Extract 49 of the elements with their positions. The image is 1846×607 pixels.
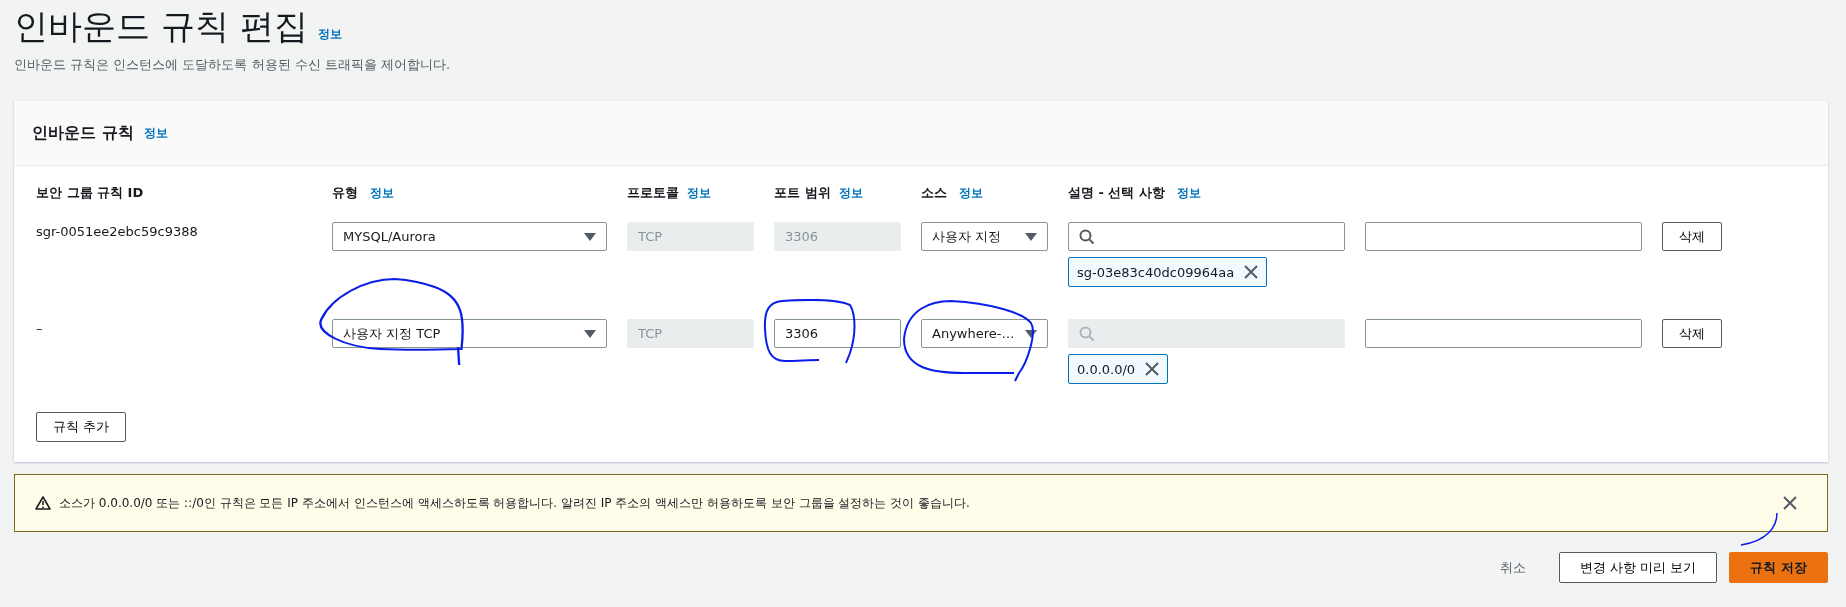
rule-id: sgr-0051ee2ebc59c9388 <box>36 224 198 239</box>
column-header: 포트 범위 <box>774 184 831 202</box>
search-icon <box>1079 228 1095 245</box>
warning-message: 소스가 0.0.0.0/0 또는 ::/0인 규칙은 모든 IP 주소에서 인스턴스에 액세스하도록 허용합니다. 알려진 IP 주소의 액세스만 허용하도록 보안 그룹을 설정하는 것이 좋습니다. <box>59 494 971 512</box>
info-link[interactable]: 정보 <box>959 184 983 202</box>
caret-icon <box>1025 232 1037 241</box>
info-link[interactable]: 정보 <box>317 26 342 43</box>
close-icon[interactable] <box>1244 265 1259 279</box>
search-field[interactable] <box>1068 222 1345 251</box>
port-range-field: 3306 <box>774 222 901 251</box>
footer-button[interactable]: 규칙 저장 <box>1729 552 1828 583</box>
info-link[interactable]: 정보 <box>370 184 394 202</box>
page-description: 인바운드 규칙은 인스턴스에 도달하도록 허용된 수신 트래픽을 제어합니다. <box>14 56 452 74</box>
column-header: 유형 <box>332 184 358 202</box>
panel-title: 인바운드 규칙 <box>32 122 134 144</box>
pen-stroke-drawing <box>1739 511 1779 547</box>
search-icon <box>1079 325 1095 342</box>
column-header: 설명 - 선택 사항 <box>1068 184 1165 202</box>
info-link[interactable]: 정보 <box>687 184 711 202</box>
delete-button[interactable]: 삭제 <box>1662 319 1722 348</box>
type-dropdown[interactable]: MYSQL/Aurora <box>332 222 607 251</box>
add-rule-button[interactable]: 규칙 추가 <box>36 412 127 442</box>
page-title: 인바운드 규칙 편집 <box>14 5 308 48</box>
source-token: sg-03e83c40dc09964aa <box>1068 257 1268 287</box>
caret-icon <box>584 232 596 241</box>
footer-button[interactable]: 취소 <box>1479 552 1548 583</box>
source-dropdown[interactable]: 사용자 지정 <box>921 222 1048 251</box>
type-dropdown[interactable]: 사용자 지정 TCP <box>332 319 607 348</box>
close-icon[interactable] <box>1145 362 1160 376</box>
column-header: 보안 그룹 규칙 ID <box>36 184 144 202</box>
column-header: 소스 <box>921 184 947 202</box>
description-field[interactable] <box>1365 222 1642 251</box>
info-link[interactable]: 정보 <box>838 184 863 202</box>
protocol-field: TCP <box>627 222 754 251</box>
footer-button[interactable]: 변경 사항 미리 보기 <box>1559 552 1718 583</box>
close-icon[interactable] <box>1783 496 1797 510</box>
port-range-field[interactable]: 3306 <box>774 319 901 348</box>
protocol-field: TCP <box>627 319 754 348</box>
caret-icon <box>584 329 596 338</box>
caret-icon <box>1025 329 1037 338</box>
info-link[interactable]: 정보 <box>143 124 168 142</box>
source-token: 0.0.0.0/0 <box>1068 354 1169 384</box>
warning-icon <box>35 496 51 510</box>
description-field[interactable] <box>1365 319 1642 348</box>
info-link[interactable]: 정보 <box>1177 184 1201 202</box>
column-header: 프로토콜 <box>627 184 679 202</box>
source-dropdown[interactable]: Anywhere-… <box>921 319 1048 348</box>
rule-id: – <box>36 321 43 336</box>
delete-button[interactable]: 삭제 <box>1662 222 1722 251</box>
